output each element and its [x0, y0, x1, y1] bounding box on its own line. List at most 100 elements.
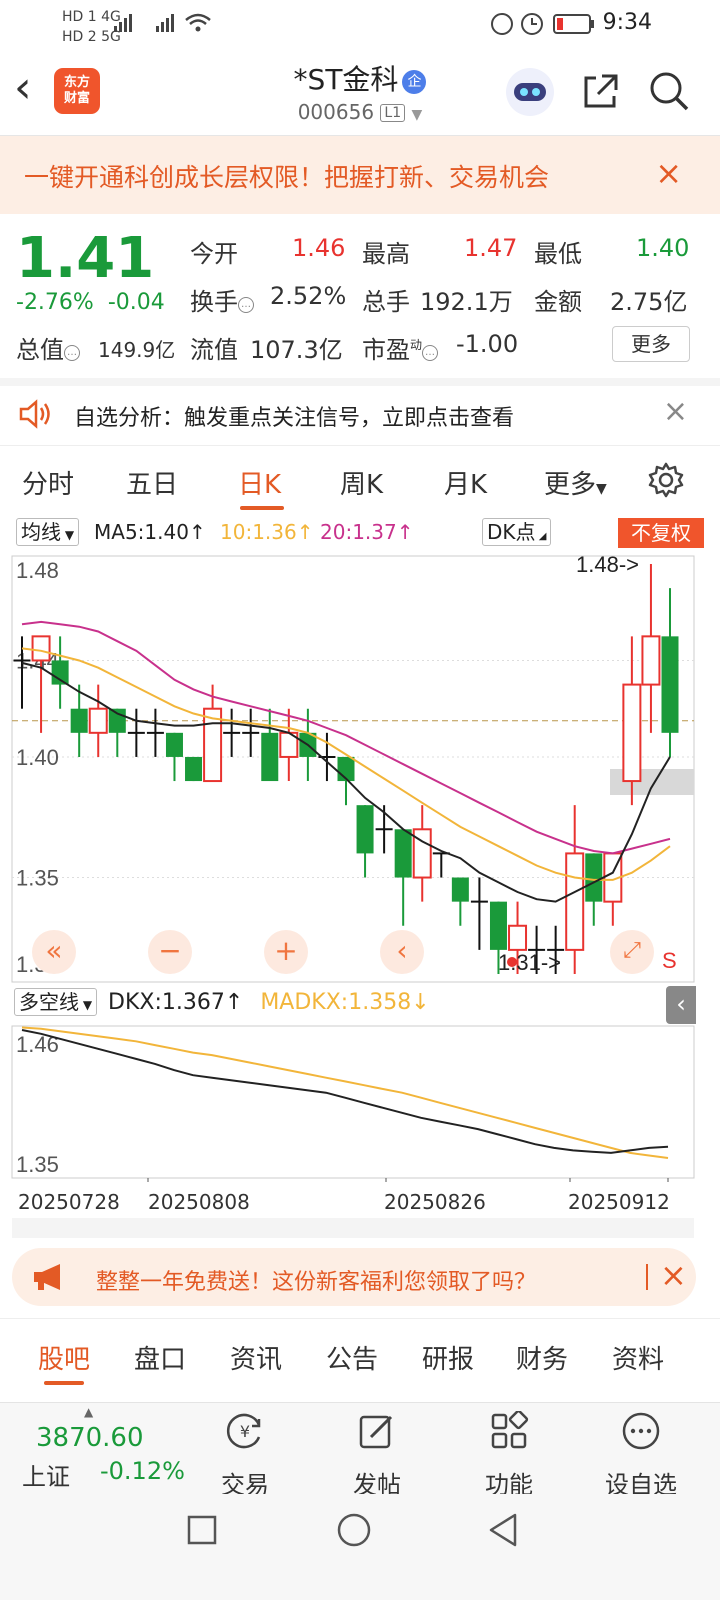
home-icon[interactable]	[336, 1512, 372, 1548]
share-icon[interactable]	[580, 72, 620, 112]
ad-close-icon[interactable]: ×	[660, 1256, 687, 1294]
tab-profile[interactable]: 资料	[612, 1339, 664, 1376]
zoom-out-icon[interactable]: −	[148, 930, 192, 974]
tab-more[interactable]: 更多▼	[544, 464, 607, 501]
dk-point-selector[interactable]: DK点 ◢	[482, 518, 552, 546]
ad-banner[interactable]: 整整一年免费送！这份新客福利您领取了吗？ ×	[12, 1248, 696, 1306]
trade-button[interactable]: ¥ 交易	[200, 1411, 290, 1500]
level1-tag: L1	[380, 104, 406, 122]
analysis-bar[interactable]: 自选分析：触发重点关注信号，立即点击查看 ×	[0, 378, 720, 446]
tab-weekly-k[interactable]: 周K	[340, 464, 383, 501]
candle-body	[261, 732, 279, 782]
expand-up-icon[interactable]: ▲	[84, 1405, 93, 1419]
active-tab-indicator	[44, 1381, 84, 1385]
tab-more-label: 更多	[544, 470, 597, 500]
indicator-selector[interactable]: 均线 ▼	[16, 518, 80, 546]
change-absolute: -0.04	[107, 290, 165, 315]
madkx-legend: MADKX:1.358↓	[260, 990, 430, 1015]
tab-research[interactable]: 研报	[422, 1339, 474, 1376]
info-icon[interactable]: …	[422, 345, 439, 361]
svg-text:¥: ¥	[240, 1422, 250, 1441]
kline-chart[interactable]: 1.481.441.401.351.311.48->1.31->S	[0, 550, 720, 986]
gear-icon[interactable]	[648, 462, 684, 498]
turnover-value: 2.52%	[270, 282, 347, 310]
dropdown-icon: ▼	[411, 107, 423, 123]
ma20-line	[21, 620, 671, 855]
scroll-left-icon[interactable]: ‹	[380, 930, 424, 974]
y-tick-label: 1.48	[16, 558, 59, 583]
candle-body	[508, 924, 528, 951]
ma-legend: 均线 ▼ MA5:1.40↑ 10:1.36↑ 20:1.37↑ DK点 ◢ 不…	[14, 518, 714, 550]
quote-panel: 1.41 -2.76% -0.04 今开 1.46 最高 1.47 最低 1.4…	[0, 214, 720, 378]
candle-body	[489, 901, 507, 950]
high-marker: 1.48->	[576, 552, 639, 577]
tab-intraday[interactable]: 分时	[22, 464, 74, 501]
y-tick-label: 1.46	[16, 1032, 59, 1057]
tab-news[interactable]: 资讯	[230, 1339, 282, 1376]
stock-name: *ST金科	[293, 63, 399, 96]
collapse-panel-icon[interactable]: ‹	[666, 986, 696, 1024]
chart-scroll-bar[interactable]	[12, 1218, 694, 1238]
speaker-icon	[19, 399, 50, 429]
divider	[646, 1264, 648, 1290]
back-nav-icon[interactable]	[486, 1512, 520, 1548]
zoom-in-icon[interactable]: +	[264, 930, 308, 974]
pe-sup: 动	[410, 338, 423, 352]
tab-monthly-k[interactable]: 月K	[444, 464, 487, 501]
assistant-avatar-icon[interactable]	[506, 68, 554, 116]
fullscreen-icon[interactable]: ⤢	[610, 930, 654, 974]
promo-banner[interactable]: 一键开通科创成长层权限！把握打新、交易机会 ×	[0, 136, 720, 214]
index-value[interactable]: 3870.60	[36, 1423, 144, 1453]
robot-eye	[532, 88, 540, 96]
price-change: -2.76% -0.04	[16, 290, 165, 315]
candle-body	[661, 636, 679, 733]
tab-forum[interactable]: 股吧	[38, 1339, 90, 1376]
scroll-left-fast-icon[interactable]: «	[32, 930, 76, 974]
low-label: 最低	[534, 240, 582, 268]
corner-icon: ◢	[535, 531, 547, 542]
sub-indicator-selector[interactable]: 多空线 ▼	[14, 988, 98, 1016]
function-button[interactable]: 功能	[464, 1409, 554, 1500]
active-tab-indicator	[240, 506, 284, 510]
stock-code: 000656	[297, 100, 375, 124]
content-tabs: 股吧 盘口 资讯 公告 研报 财务 资料	[0, 1318, 720, 1388]
info-icon[interactable]: …	[64, 345, 80, 361]
sub-indicator-label: 多空线	[19, 990, 79, 1014]
status-icons	[491, 13, 594, 35]
tab-orderbook[interactable]: 盘口	[134, 1339, 186, 1376]
candle-body	[165, 732, 183, 757]
candle-body	[451, 877, 469, 902]
dkx-chart[interactable]: 1.46 1.35	[0, 1022, 720, 1182]
y-tick-label: 1.40	[16, 745, 59, 770]
pe-label-text: 市盈	[362, 336, 410, 364]
promo-close-icon[interactable]: ×	[655, 154, 682, 192]
clock: 9:34	[602, 10, 652, 35]
date-tick: 20250826	[384, 1190, 486, 1214]
recent-apps-icon[interactable]	[186, 1514, 218, 1546]
tab-financials[interactable]: 财务	[516, 1339, 568, 1376]
ma20-text: 20:1.37	[320, 520, 397, 544]
low-value: 1.40	[636, 234, 690, 262]
tab-five-day[interactable]: 五日	[126, 464, 178, 501]
post-button[interactable]: 发帖	[332, 1411, 422, 1500]
add-watchlist-button[interactable]: 设自选	[596, 1411, 686, 1500]
tab-daily-k[interactable]: 日K	[238, 464, 281, 501]
more-quote-button[interactable]: 更多	[612, 326, 690, 362]
pe-value: -1.00	[456, 330, 519, 358]
robot-face	[514, 83, 546, 101]
dropdown-icon: ▼	[61, 528, 75, 542]
adjust-mode-button[interactable]: 不复权	[618, 518, 704, 548]
ma10-text: 10:1.36	[220, 520, 297, 544]
info-icon[interactable]: …	[238, 297, 254, 313]
mktcap-label: 总值…	[16, 330, 80, 365]
analysis-close-icon[interactable]: ×	[663, 394, 688, 429]
high-value: 1.47	[464, 234, 518, 262]
enterprise-badge: 企	[402, 70, 427, 94]
candle-body	[88, 707, 108, 734]
search-icon[interactable]	[648, 70, 690, 112]
grid-icon	[491, 1409, 529, 1449]
tab-announcements[interactable]: 公告	[326, 1339, 378, 1376]
candle-body	[585, 853, 603, 902]
volume-label: 总手	[362, 288, 410, 316]
date-tick: 20250808	[148, 1190, 250, 1214]
